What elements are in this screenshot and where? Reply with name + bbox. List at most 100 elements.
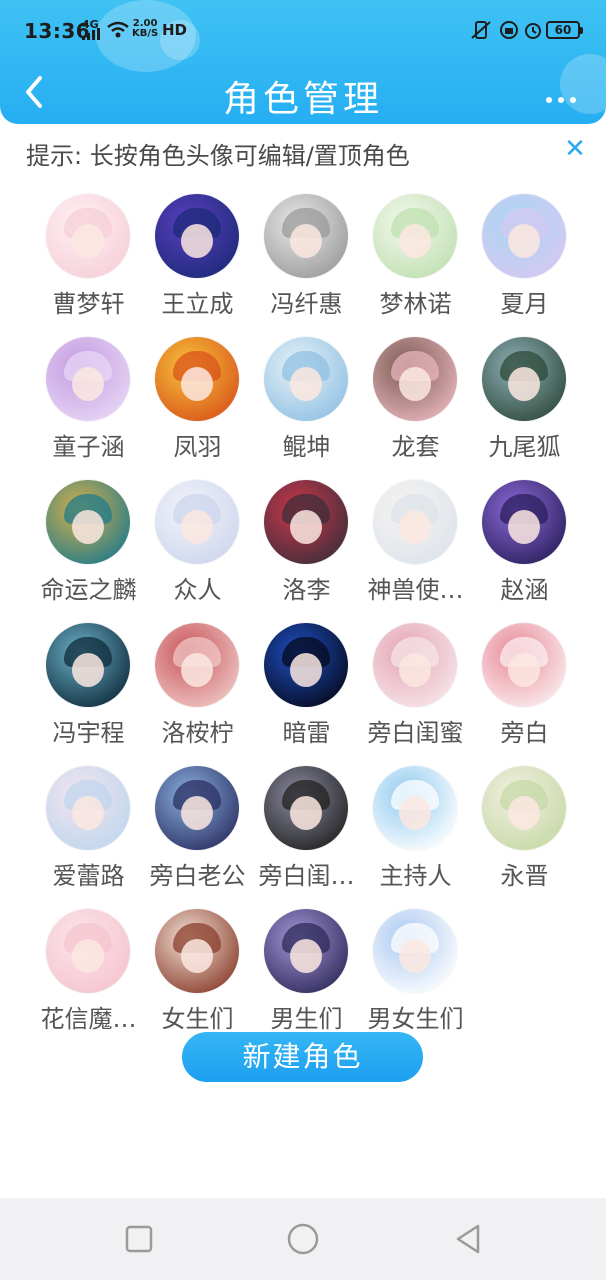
role-avatar[interactable] [373, 909, 457, 993]
role-name: 旁白闺… [258, 862, 355, 890]
avatar-face [508, 224, 540, 258]
role-item[interactable]: 花信魔… [34, 907, 143, 1050]
role-avatar[interactable] [373, 337, 457, 421]
role-avatar[interactable] [155, 623, 239, 707]
lock-rotation-icon [500, 21, 518, 39]
role-item[interactable]: 凤羽 [143, 335, 252, 478]
role-avatar[interactable] [482, 337, 566, 421]
role-avatar[interactable] [155, 337, 239, 421]
role-item[interactable]: 神兽使… [361, 478, 470, 621]
role-item[interactable]: 冯宇程 [34, 621, 143, 764]
role-avatar[interactable] [155, 194, 239, 278]
avatar-face [181, 224, 213, 258]
role-item[interactable]: 龙套 [361, 335, 470, 478]
role-avatar[interactable] [482, 194, 566, 278]
role-item[interactable]: 洛李 [252, 478, 361, 621]
role-item[interactable]: 鲲坤 [252, 335, 361, 478]
role-avatar[interactable] [46, 337, 130, 421]
avatar-face [72, 367, 104, 401]
role-item[interactable]: 主持人 [361, 764, 470, 907]
header: 13:36 4G 2.00 KB/S HD 60 角色管理 [0, 0, 606, 124]
role-avatar[interactable] [46, 480, 130, 564]
alarm-icon [525, 23, 541, 39]
role-item[interactable]: 曹梦轩 [34, 192, 143, 335]
role-item[interactable]: 旁白老公 [143, 764, 252, 907]
close-icon[interactable]: ✕ [562, 136, 588, 162]
role-avatar[interactable] [46, 766, 130, 850]
role-item[interactable]: 男女生们 [361, 907, 470, 1050]
hd-indicator: HD [162, 21, 188, 39]
role-avatar[interactable] [373, 623, 457, 707]
role-avatar[interactable] [264, 766, 348, 850]
role-avatar[interactable] [155, 480, 239, 564]
avatar-face [399, 653, 431, 687]
circle-icon[interactable] [286, 1222, 320, 1256]
role-item[interactable]: 梦林诺 [361, 192, 470, 335]
more-dots-icon[interactable] [546, 88, 582, 103]
page-title: 角色管理 [222, 79, 383, 120]
role-item[interactable]: 女生们 [143, 907, 252, 1050]
role-name: 命运之麟 [40, 576, 137, 604]
role-avatar[interactable] [264, 623, 348, 707]
role-item[interactable]: 爱蕾路 [34, 764, 143, 907]
role-avatar[interactable] [482, 623, 566, 707]
avatar-face [290, 224, 322, 258]
role-item[interactable]: 王立成 [143, 192, 252, 335]
avatar-face [290, 653, 322, 687]
role-avatar[interactable] [482, 480, 566, 564]
role-item[interactable]: 旁白闺蜜 [361, 621, 470, 764]
role-avatar[interactable] [155, 909, 239, 993]
role-name: 旁白老公 [149, 862, 246, 890]
role-avatar[interactable] [46, 623, 130, 707]
role-item[interactable]: 众人 [143, 478, 252, 621]
avatar-face [181, 510, 213, 544]
role-name: 冯宇程 [52, 719, 125, 747]
role-item[interactable]: 永晋 [470, 764, 579, 907]
role-name: 爱蕾路 [52, 862, 125, 890]
role-name: 旁白 [500, 719, 549, 747]
role-avatar[interactable] [46, 909, 130, 993]
role-avatar[interactable] [155, 766, 239, 850]
dot [558, 97, 564, 103]
role-item[interactable]: 旁白 [470, 621, 579, 764]
role-grid: 曹梦轩 王立成 冯纤惠 梦林诺 夏月童子涵 凤羽 鲲坤 龙套 九尾狐命运之麟 众人 洛李 神兽使… 赵涵… [34, 192, 580, 1050]
role-item[interactable]: 夏月 [470, 192, 579, 335]
role-avatar[interactable] [264, 337, 348, 421]
role-name: 女生们 [161, 1005, 234, 1033]
role-item[interactable]: 童子涵 [34, 335, 143, 478]
role-avatar[interactable] [264, 480, 348, 564]
role-item[interactable]: 洛桉柠 [143, 621, 252, 764]
avatar-face [290, 367, 322, 401]
role-item[interactable]: 命运之麟 [34, 478, 143, 621]
avatar-face [508, 796, 540, 830]
role-name: 永晋 [500, 862, 549, 890]
triangle-back-icon[interactable] [452, 1222, 486, 1256]
role-item[interactable]: 旁白闺… [252, 764, 361, 907]
role-item[interactable]: 赵涵 [470, 478, 579, 621]
avatar-face [399, 939, 431, 973]
role-item[interactable]: 暗雷 [252, 621, 361, 764]
role-avatar[interactable] [46, 194, 130, 278]
role-item[interactable]: 冯纤惠 [252, 192, 361, 335]
avatar-face [290, 510, 322, 544]
avatar-face [72, 224, 104, 258]
net-speed: 2.00 KB/S [132, 19, 158, 39]
role-name: 梦林诺 [379, 290, 452, 318]
square-icon[interactable] [122, 1222, 156, 1256]
role-name: 众人 [173, 576, 222, 604]
role-avatar[interactable] [373, 766, 457, 850]
role-avatar[interactable] [482, 766, 566, 850]
role-avatar[interactable] [373, 194, 457, 278]
new-role-button[interactable]: 新建角色 [182, 1032, 423, 1082]
avatar-face [181, 653, 213, 687]
dot [546, 97, 552, 103]
role-item[interactable]: 男生们 [252, 907, 361, 1050]
role-item[interactable]: 九尾狐 [470, 335, 579, 478]
role-name: 九尾狐 [488, 433, 561, 461]
role-avatar[interactable] [264, 194, 348, 278]
role-avatar[interactable] [373, 480, 457, 564]
role-avatar[interactable] [264, 909, 348, 993]
avatar-face [399, 510, 431, 544]
role-name: 暗雷 [282, 719, 331, 747]
role-name: 花信魔… [40, 1005, 137, 1033]
